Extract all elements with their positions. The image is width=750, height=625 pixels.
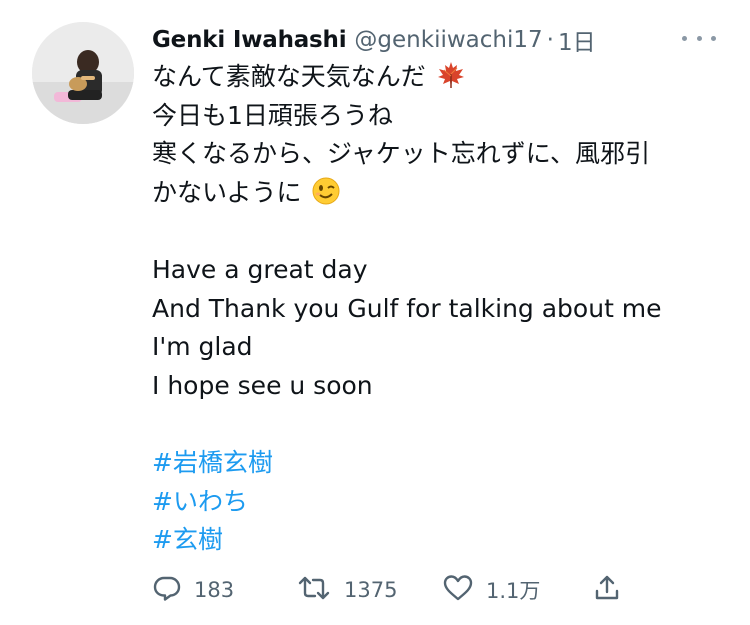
avatar[interactable] xyxy=(32,22,134,124)
tweet-header: Genki Iwahashi @genkiiwachi17 · 1日 xyxy=(152,20,732,60)
tweet-text-line: かないように xyxy=(152,174,732,213)
reply-icon xyxy=(152,573,182,607)
dot-separator: · xyxy=(546,27,554,53)
tweet-text-line: 寒くなるから、ジャケット忘れずに、風邪引 xyxy=(152,139,651,169)
heart-icon xyxy=(442,573,474,607)
like-count: 1.1万 xyxy=(486,579,541,603)
tweet-text-line: I'm glad xyxy=(152,332,253,362)
maple-leaf-emoji xyxy=(436,60,466,102)
reply-count: 183 xyxy=(194,578,235,602)
tweet-timestamp[interactable]: 1日 xyxy=(558,23,596,57)
retweet-count: 1375 xyxy=(344,578,398,602)
hashtag-link[interactable]: #玄樹 xyxy=(152,521,732,560)
author-handle[interactable]: @genkiiwachi17 xyxy=(354,27,542,53)
retweet-button[interactable]: 1375 xyxy=(296,570,397,610)
reply-button[interactable]: 183 xyxy=(152,570,234,610)
tweet-actions: 183 1375 1.1万 xyxy=(152,570,632,610)
tweet-text-line: And Thank you Gulf for talking about me xyxy=(152,293,662,323)
share-button[interactable] xyxy=(592,570,622,610)
tweet-body: なんて素敵な天気なんだ 今日も1日頑張ろうね 寒くなるから、ジャケット忘れずに、… xyxy=(152,58,732,560)
share-icon xyxy=(592,573,622,607)
like-button[interactable]: 1.1万 xyxy=(442,570,540,610)
tweet-text-line: I hope see u soon xyxy=(152,370,373,400)
more-options-icon[interactable] xyxy=(682,28,716,48)
tweet-text-line: 今日も1日頑張ろうね xyxy=(152,100,393,130)
tweet-text-line: なんて素敵な天気なんだ xyxy=(152,58,732,97)
retweet-icon xyxy=(296,573,332,607)
hashtag-link[interactable]: #岩橋玄樹 xyxy=(152,444,732,483)
avatar-photo xyxy=(32,22,134,124)
tweet-text-line: Have a great day xyxy=(152,254,368,284)
hashtag-link[interactable]: #いわち xyxy=(152,483,732,522)
author-name[interactable]: Genki Iwahashi xyxy=(152,27,347,53)
winking-face-emoji xyxy=(311,176,341,218)
